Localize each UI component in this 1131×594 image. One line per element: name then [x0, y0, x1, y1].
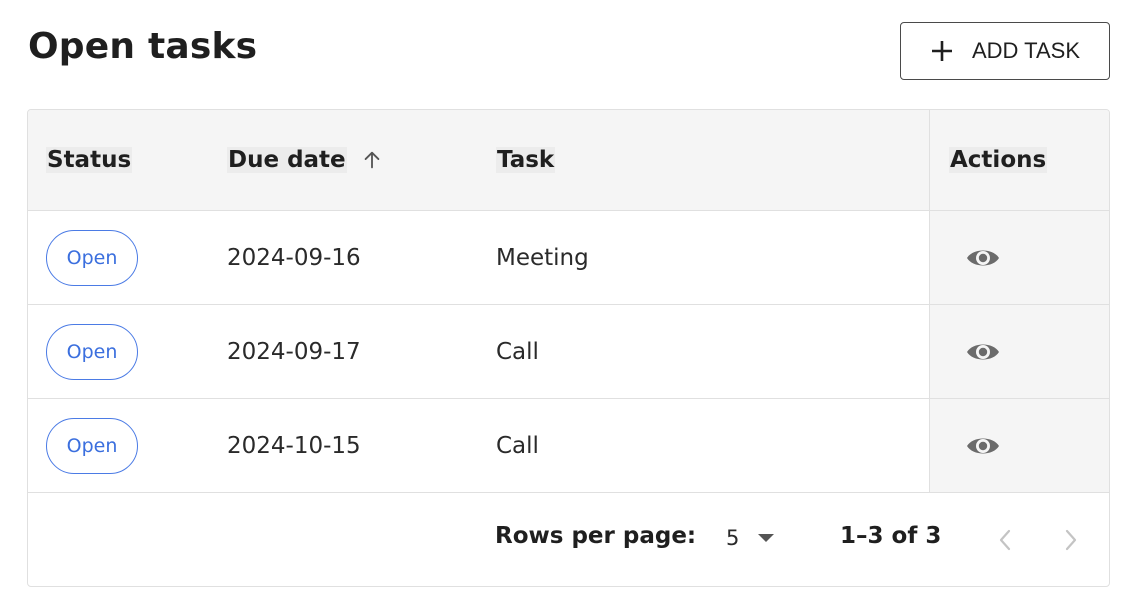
pagination-range: 1–3 of 3 [840, 523, 942, 549]
chevron-right-icon [1065, 529, 1077, 551]
add-task-button[interactable]: ADD TASK [900, 22, 1110, 80]
due-date-cell: 2024-09-17 [227, 305, 497, 398]
next-page-button[interactable] [1056, 525, 1086, 555]
due-date-cell: 2024-10-15 [227, 399, 497, 492]
actions-cell [929, 399, 1109, 492]
rows-per-page-value: 5 [726, 526, 740, 550]
task-value: Call [496, 338, 539, 365]
column-header-due-date[interactable]: Due date [227, 110, 497, 210]
tasks-table: Status Due date Task Actions Open 2024-0… [27, 109, 1110, 587]
due-date-value: 2024-10-15 [227, 432, 361, 459]
column-header-task[interactable]: Task [496, 110, 926, 210]
column-header-status[interactable]: Status [46, 110, 226, 210]
task-cell: Call [496, 399, 926, 492]
task-value: Call [496, 432, 539, 459]
chevron-left-icon [999, 529, 1011, 551]
due-date-cell: 2024-09-16 [227, 211, 497, 304]
status-cell: Open [46, 399, 226, 492]
status-cell: Open [46, 305, 226, 398]
column-header-due-date-label: Due date [227, 147, 347, 173]
caret-down-icon [758, 534, 775, 542]
actions-cell [929, 305, 1109, 398]
due-date-value: 2024-09-16 [227, 244, 361, 271]
column-header-actions: Actions [929, 110, 1109, 210]
task-value: Meeting [496, 244, 589, 271]
eye-icon[interactable] [965, 339, 1001, 365]
status-cell: Open [46, 211, 226, 304]
column-header-task-label: Task [496, 147, 556, 173]
arrow-up-icon[interactable] [361, 149, 383, 171]
table-row: Open 2024-09-17 Call [28, 305, 1109, 399]
previous-page-button[interactable] [990, 525, 1020, 555]
eye-icon[interactable] [965, 433, 1001, 459]
table-header-row: Status Due date Task Actions [28, 110, 1109, 211]
task-cell: Call [496, 305, 926, 398]
rows-per-page-label: Rows per page: [495, 523, 697, 549]
plus-icon [932, 41, 952, 61]
table-pagination: Rows per page: 5 1–3 of 3 [28, 493, 1109, 586]
page-title: Open tasks [28, 26, 258, 67]
actions-cell [929, 211, 1109, 304]
column-header-actions-label: Actions [949, 147, 1048, 173]
table-row: Open 2024-10-15 Call [28, 399, 1109, 493]
status-badge: Open [46, 229, 138, 286]
column-header-status-label: Status [46, 147, 133, 173]
status-badge: Open [46, 417, 138, 474]
add-task-label: ADD TASK [972, 38, 1080, 63]
table-row: Open 2024-09-16 Meeting [28, 211, 1109, 305]
rows-per-page-select[interactable]: 5 [726, 521, 775, 555]
eye-icon[interactable] [965, 245, 1001, 271]
status-badge: Open [46, 323, 138, 380]
task-cell: Meeting [496, 211, 926, 304]
due-date-value: 2024-09-17 [227, 338, 361, 365]
